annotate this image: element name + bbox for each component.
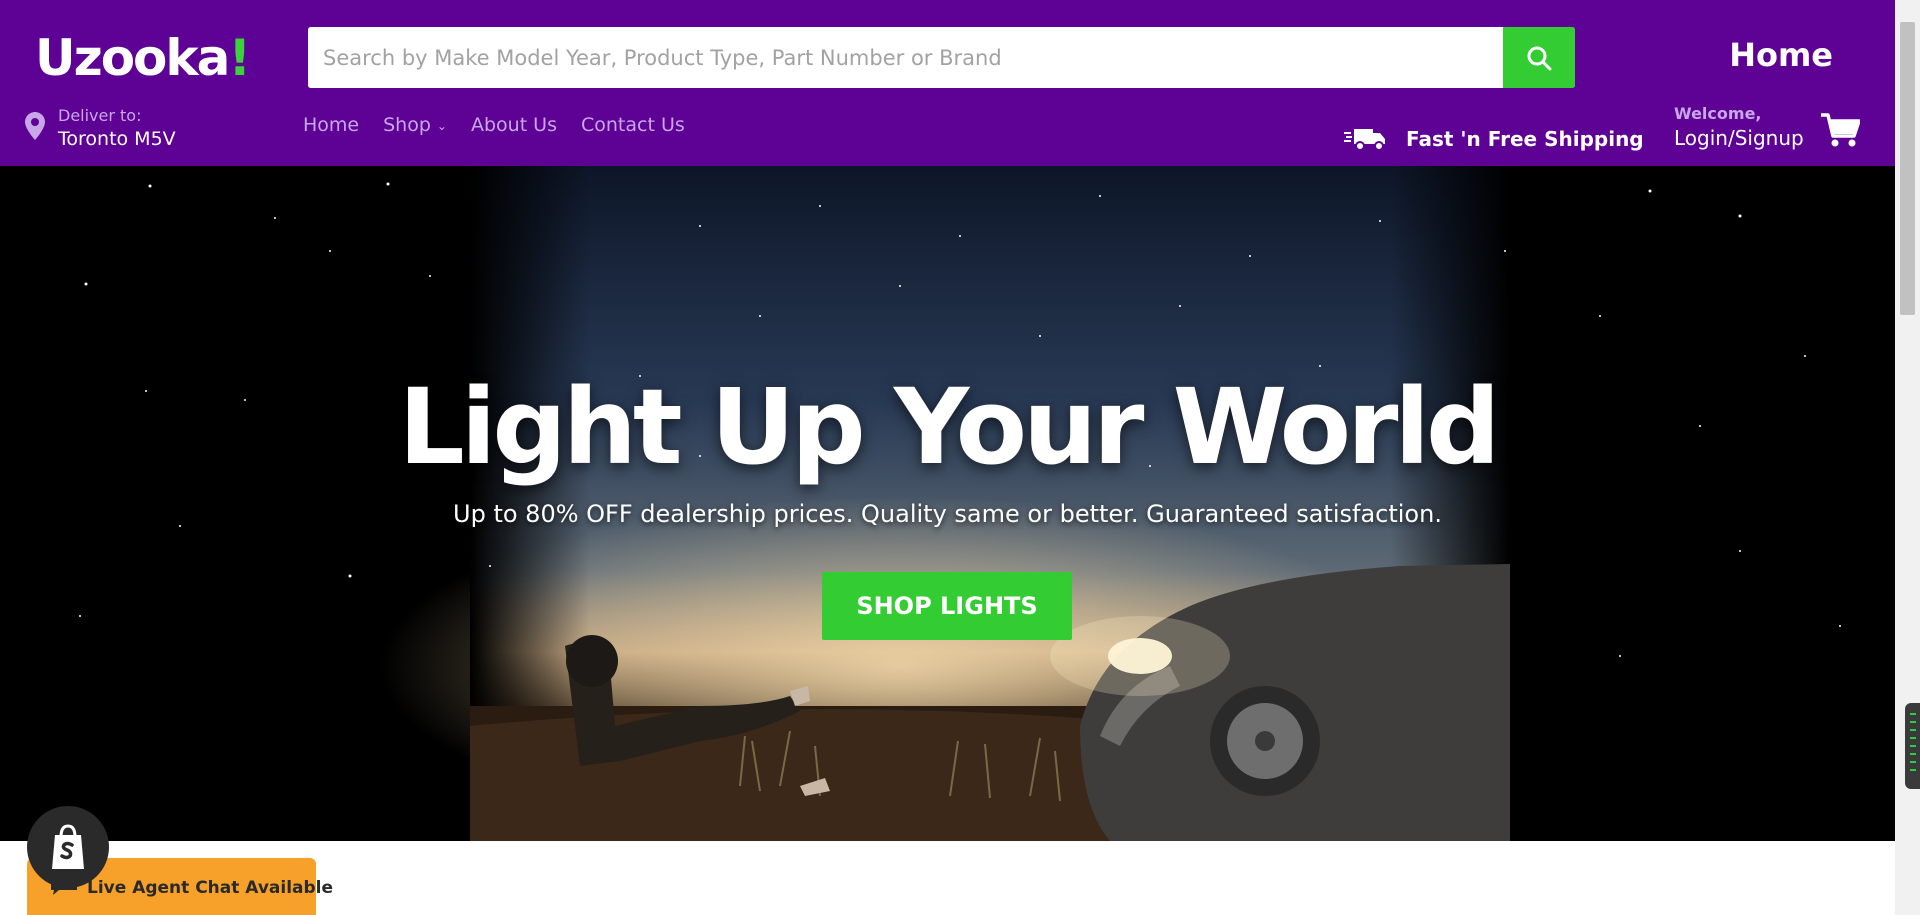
nav-shop[interactable]: Shop ⌄	[383, 114, 447, 136]
logo-accent: !	[228, 29, 251, 87]
shopify-bag-icon	[52, 824, 84, 869]
hero-banner: Light Up Your World Up to 80% OFF dealer…	[0, 166, 1895, 841]
shipping-label: Fast 'n Free Shipping	[1406, 127, 1644, 151]
delivery-truck-icon	[1344, 129, 1385, 151]
search-button[interactable]	[1503, 27, 1575, 88]
deliver-location: Toronto M5V	[58, 128, 176, 150]
shipping-info: Fast 'n Free Shipping	[1344, 126, 1644, 152]
nav-about-us[interactable]: About Us	[471, 114, 557, 136]
welcome-text: Welcome,	[1674, 104, 1762, 123]
scrollbar-thumb[interactable]	[1900, 22, 1915, 315]
search-icon	[1527, 46, 1552, 70]
shopping-cart-icon[interactable]	[1820, 112, 1860, 148]
side-widget-tab[interactable]	[1905, 703, 1920, 789]
hero-subtitle: Up to 80% OFF dealership prices. Quality…	[453, 500, 1442, 528]
chevron-down-icon: ⌄	[436, 118, 447, 133]
uzooka-logo[interactable]: Uzooka!	[35, 28, 251, 88]
live-chat-label: Live Agent Chat Available	[87, 878, 334, 898]
search-bar	[308, 27, 1575, 88]
logo-text: Uzooka	[35, 29, 230, 87]
login-signup-link[interactable]: Login/Signup	[1674, 124, 1804, 152]
hero-title: Light Up Your World	[398, 366, 1500, 488]
site-header: Uzooka! Home Deliver to: Toronto M5V Hom…	[0, 0, 1895, 166]
shop-lights-button[interactable]: SHOP LIGHTS	[822, 572, 1072, 640]
home-link-top[interactable]: Home	[1729, 36, 1833, 74]
nav-home[interactable]: Home	[303, 114, 359, 136]
nav-shop-label: Shop	[383, 114, 431, 136]
search-input[interactable]	[308, 27, 1503, 88]
account-link[interactable]: Welcome, Login/Signup	[1674, 104, 1804, 152]
deliver-to[interactable]: Deliver to: Toronto M5V	[25, 106, 176, 152]
nav-contact-us[interactable]: Contact Us	[581, 114, 685, 136]
location-pin-icon	[25, 112, 45, 140]
main-nav: Home Shop ⌄ About Us Contact Us	[303, 114, 685, 136]
deliver-label: Deliver to:	[58, 106, 142, 125]
shopify-badge[interactable]	[27, 806, 109, 888]
